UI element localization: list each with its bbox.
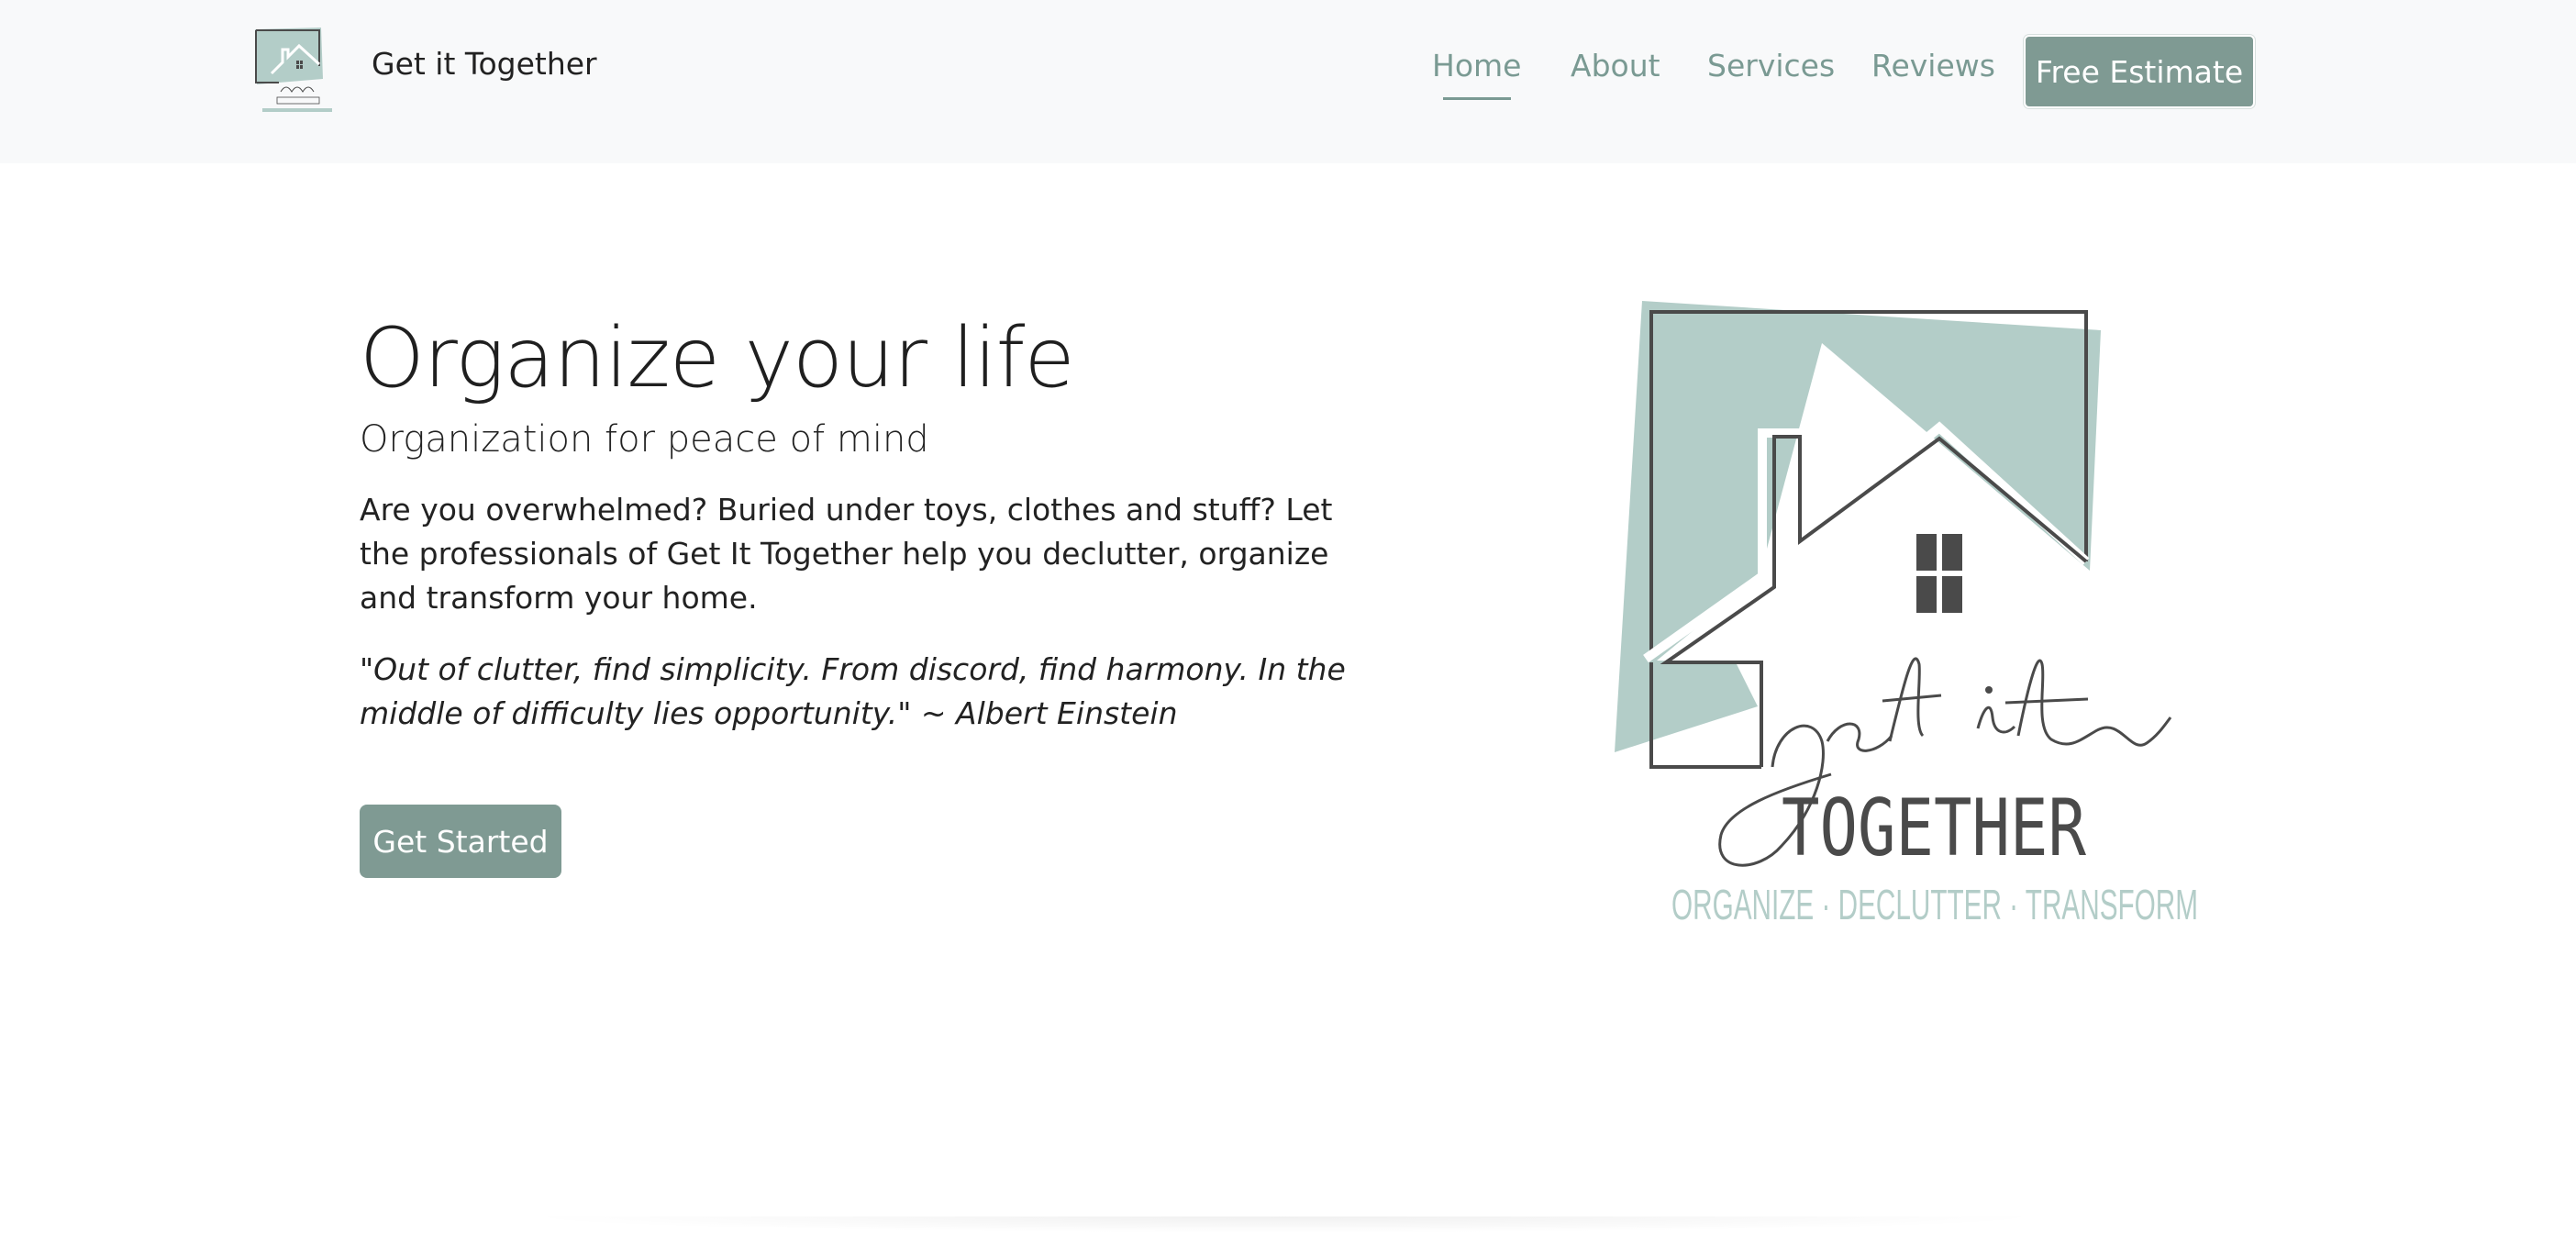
nav-link-reviews[interactable]: Reviews — [1871, 48, 1995, 83]
logo-tagline: ORGANIZE · DECLUTTER · TRANSFORM — [1671, 881, 2198, 928]
get-started-button[interactable]: Get Started — [360, 805, 561, 878]
nav-link-home[interactable]: Home — [1432, 48, 1521, 83]
hero-quote: "Out of clutter, find simplicity. From d… — [360, 651, 1346, 731]
brand-logo[interactable] — [253, 26, 341, 123]
nav-link-about[interactable]: About — [1571, 48, 1660, 83]
section-divider-shadow — [514, 1216, 2055, 1233]
logo-word: TOGETHER — [1782, 783, 2086, 874]
navbar: Get it Together Home About Services Revi… — [0, 0, 2576, 163]
free-estimate-button[interactable]: Free Estimate — [2024, 35, 2255, 108]
brand-name[interactable]: Get it Together — [372, 46, 597, 82]
hero-subtitle: Organization for peace of mind — [360, 418, 929, 461]
hero-logo: TOGETHER ORGANIZE · DECLUTTER · TRANSFOR… — [1615, 301, 2198, 928]
hero-description: Are you overwhelmed? Buried under toys, … — [360, 492, 1333, 616]
hero-title: Organize your life — [360, 310, 1075, 406]
nav-link-services[interactable]: Services — [1707, 48, 1835, 83]
active-nav-indicator — [1443, 97, 1511, 100]
